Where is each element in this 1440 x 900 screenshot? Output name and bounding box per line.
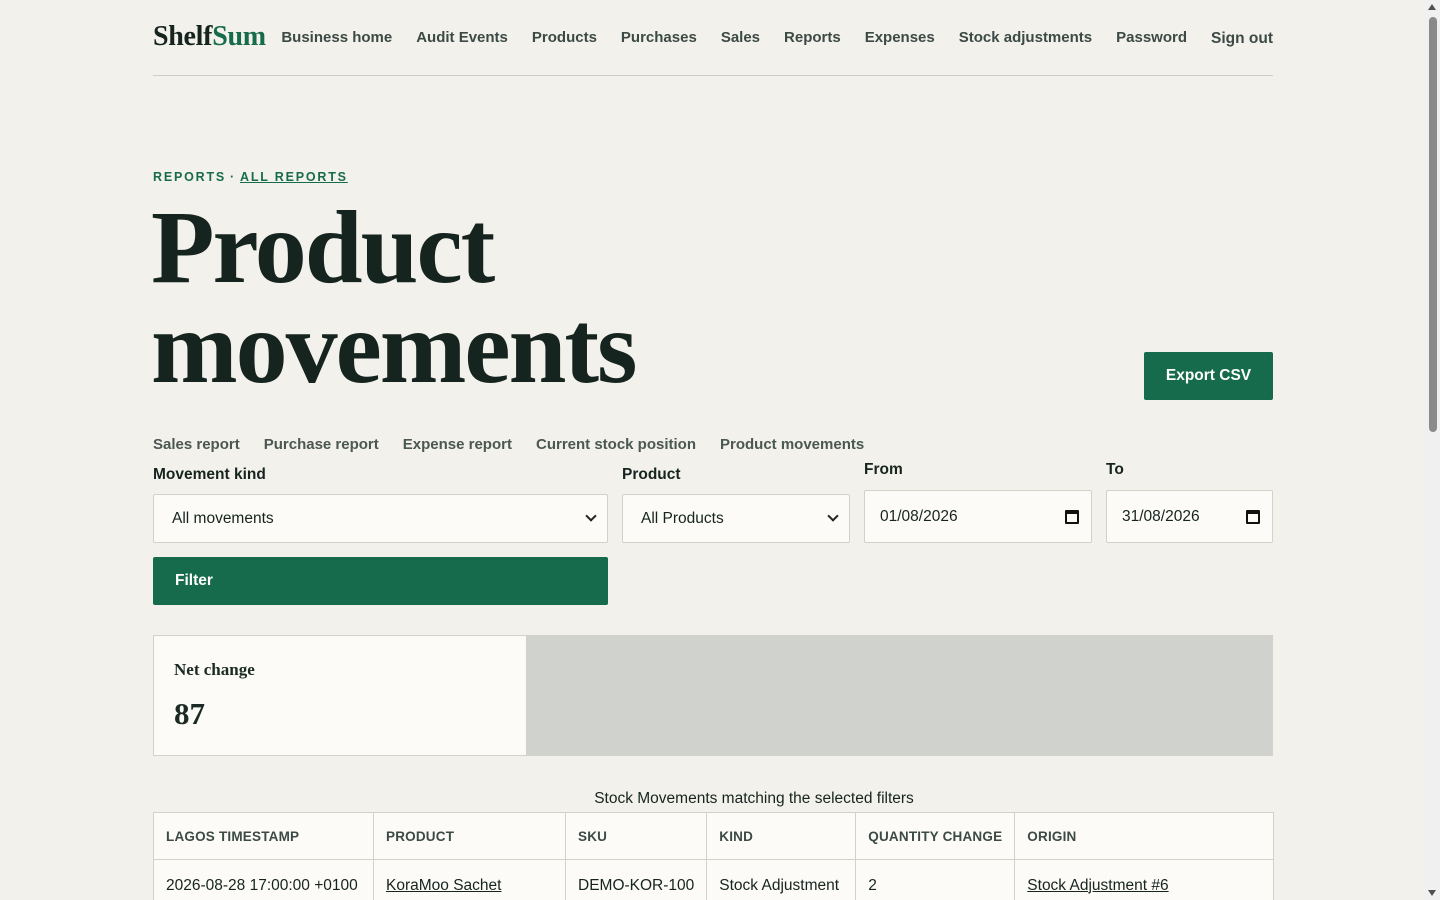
main-nav: Business home Audit Events Products Purc… xyxy=(281,28,1273,48)
from-date-input[interactable]: 01/08/2026 xyxy=(864,490,1092,543)
nav-expenses[interactable]: Expenses xyxy=(865,28,935,48)
breadcrumb: REPORTS · ALL REPORTS xyxy=(153,170,348,184)
scroll-up-arrow-icon[interactable] xyxy=(1428,4,1436,10)
net-change-card: Net change 87 xyxy=(154,636,527,755)
nav-sign-out[interactable]: Sign out xyxy=(1211,29,1273,49)
to-date-input[interactable]: 31/08/2026 xyxy=(1106,490,1273,543)
tab-product-movements[interactable]: Product movements xyxy=(720,436,864,453)
to-label: To xyxy=(1106,461,1124,478)
tab-expense-report[interactable]: Expense report xyxy=(403,436,512,453)
logo[interactable]: ShelfSum xyxy=(153,21,266,53)
page-title: Product movements xyxy=(151,190,638,405)
movement-kind-value: All movements xyxy=(172,509,274,527)
to-date-value: 31/08/2026 xyxy=(1122,507,1200,525)
export-csv-button[interactable]: Export CSV xyxy=(1144,352,1273,400)
calendar-icon[interactable] xyxy=(1065,509,1079,524)
cell-product: KoraMoo Sachet xyxy=(373,859,566,900)
nav-purchases[interactable]: Purchases xyxy=(621,28,697,48)
col-origin: ORIGIN xyxy=(1014,812,1274,860)
logo-part-2: Sum xyxy=(212,21,266,52)
cell-quantity: 2 xyxy=(855,859,1016,900)
product-label: Product xyxy=(622,466,681,483)
table-header-row: LAGOS TIMESTAMP PRODUCT SKU KIND QUANTIT… xyxy=(153,812,1274,860)
cell-origin: Stock Adjustment #6 xyxy=(1014,859,1274,900)
nav-audit-events[interactable]: Audit Events xyxy=(416,28,508,48)
summary-panel: Net change 87 xyxy=(153,635,1273,756)
nav-business-home[interactable]: Business home xyxy=(281,28,392,48)
net-change-value: 87 xyxy=(174,696,205,731)
scrollbar-thumb[interactable] xyxy=(1429,17,1437,432)
nav-products[interactable]: Products xyxy=(532,28,597,48)
col-kind: KIND xyxy=(706,812,857,860)
logo-part-1: Shelf xyxy=(153,21,213,52)
from-date-value: 01/08/2026 xyxy=(880,507,958,525)
tab-current-stock-position[interactable]: Current stock position xyxy=(536,436,696,453)
cell-sku: DEMO-KOR-100 xyxy=(564,859,708,900)
tab-sales-report[interactable]: Sales report xyxy=(153,436,240,453)
product-value: All Products xyxy=(641,509,724,527)
filter-button[interactable]: Filter xyxy=(153,557,608,605)
net-change-label: Net change xyxy=(174,660,255,679)
origin-link[interactable]: Stock Adjustment #6 xyxy=(1027,877,1168,894)
breadcrumb-section: REPORTS xyxy=(153,170,227,184)
col-lagos-timestamp: LAGOS TIMESTAMP xyxy=(153,812,374,860)
product-select[interactable]: All Products xyxy=(622,494,850,543)
product-link[interactable]: KoraMoo Sachet xyxy=(386,877,501,894)
page-scrollbar[interactable] xyxy=(1425,0,1440,900)
movement-kind-label: Movement kind xyxy=(153,466,266,483)
nav-stock-adjustments[interactable]: Stock adjustments xyxy=(959,28,1092,48)
col-product: PRODUCT xyxy=(373,812,566,860)
nav-password[interactable]: Password xyxy=(1116,28,1187,48)
col-sku: SKU xyxy=(564,812,708,860)
table-row: 2026-08-28 17:00:00 +0100 KoraMoo Sachet… xyxy=(153,859,1274,900)
chevron-down-icon xyxy=(827,509,839,522)
page: ShelfSum Business home Audit Events Prod… xyxy=(151,0,1274,900)
breadcrumb-all-reports-link[interactable]: ALL REPORTS xyxy=(240,170,348,184)
nav-reports[interactable]: Reports xyxy=(784,28,841,48)
from-label: From xyxy=(864,461,903,478)
report-tabs: Sales report Purchase report Expense rep… xyxy=(153,436,864,453)
tab-purchase-report[interactable]: Purchase report xyxy=(264,436,379,453)
calendar-icon[interactable] xyxy=(1246,509,1260,524)
scroll-down-arrow-icon[interactable] xyxy=(1428,890,1436,896)
chevron-down-icon xyxy=(585,509,597,522)
breadcrumb-separator: · xyxy=(230,170,236,184)
nav-sales[interactable]: Sales xyxy=(721,28,760,48)
table-caption: Stock Movements matching the selected fi… xyxy=(594,790,914,807)
movement-kind-select[interactable]: All movements xyxy=(153,494,608,543)
cell-kind: Stock Adjustment xyxy=(706,859,857,900)
movements-table: LAGOS TIMESTAMP PRODUCT SKU KIND QUANTIT… xyxy=(153,812,1274,900)
col-quantity-change: QUANTITY CHANGE xyxy=(855,812,1016,860)
cell-timestamp: 2026-08-28 17:00:00 +0100 xyxy=(153,859,374,900)
site-header: ShelfSum Business home Audit Events Prod… xyxy=(153,0,1273,76)
